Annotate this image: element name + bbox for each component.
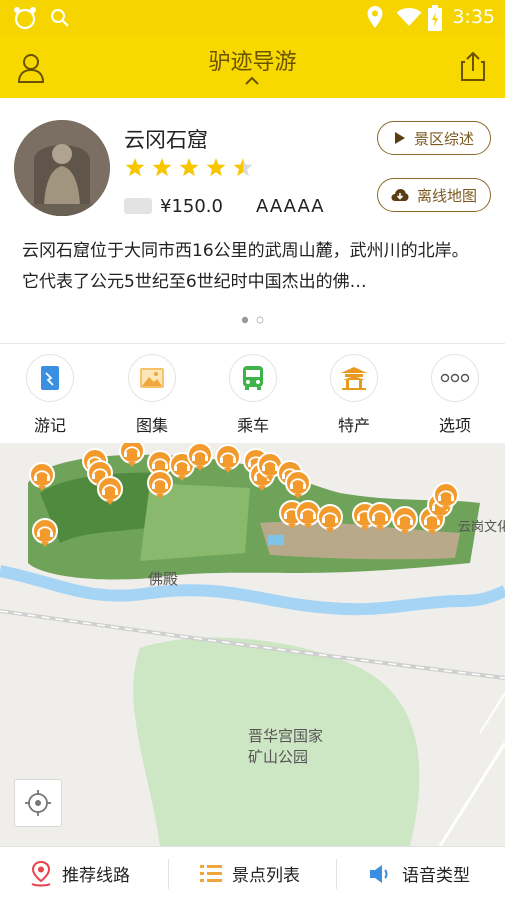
cloud-download-icon	[391, 189, 409, 201]
ticket-price: ¥150.0	[160, 196, 223, 217]
overview-button[interactable]: 景区综述	[377, 121, 491, 155]
crosshair-icon	[25, 790, 51, 816]
attraction-description: 云冈石窟位于大同市西16公里的武周山麓，武州川的北岸。它代表了公元5世纪至6世纪…	[22, 241, 469, 292]
more-icon	[440, 373, 470, 383]
quick-action-icon-wrap	[128, 354, 176, 402]
quick-actions: 游记 图集 乘车 特产 选项	[0, 344, 505, 444]
play-icon	[394, 132, 405, 144]
location-status-icon	[367, 6, 383, 28]
quick-action-label: 图集	[135, 416, 168, 435]
app-notification-icon	[14, 7, 36, 30]
status-time: 3:35	[452, 6, 495, 28]
attraction-info-card: 云冈石窟 ¥150.0 AAAAA 景区综述 离线地图 云冈石窟位于大同市西16…	[0, 98, 505, 343]
offline-map-button[interactable]: 离线地图	[377, 178, 491, 212]
quick-action-icon-wrap	[26, 354, 74, 402]
quick-action-label: 选项	[438, 416, 471, 435]
quick-action-icon-wrap	[330, 354, 378, 402]
battery-status-icon	[428, 5, 442, 31]
offline-map-button-label: 离线地图	[416, 186, 477, 205]
page-indicator	[241, 316, 264, 324]
quick-action-options[interactable]: 选项	[410, 354, 500, 436]
attraction-thumbnail[interactable]	[14, 120, 110, 216]
star-icon	[152, 158, 172, 177]
map-label-park-line2: 矿山公园	[248, 748, 309, 766]
picture-icon	[140, 368, 164, 388]
rating-stars	[125, 158, 253, 177]
star-icon	[233, 158, 253, 177]
wifi-status-icon	[396, 8, 422, 26]
bottom-label: 语音类型	[402, 866, 470, 886]
ticket-icon	[124, 198, 152, 214]
bottom-action-bar: 推荐线路 景点列表 语音类型	[0, 846, 505, 900]
search-status-icon	[51, 9, 69, 27]
pavilion-icon	[341, 367, 367, 390]
map-label-buddha-hall: 佛殿	[148, 570, 179, 588]
speaker-icon	[370, 864, 388, 883]
map-label-culture: 云岗文化	[458, 520, 505, 535]
attraction-list-button[interactable]: 景点列表	[200, 847, 300, 900]
star-icon	[125, 158, 145, 177]
recommended-routes-button[interactable]: 推荐线路	[30, 847, 130, 900]
star-icon	[179, 158, 199, 177]
quick-action-icon-wrap	[431, 354, 479, 402]
bottom-label: 推荐线路	[62, 866, 130, 886]
bottom-label: 景点列表	[232, 866, 300, 886]
attraction-name: 云冈石窟	[124, 128, 208, 152]
locate-me-button[interactable]	[14, 779, 62, 827]
app-header: 驴迹导游	[0, 36, 505, 98]
map-canvas[interactable]	[0, 443, 505, 846]
quick-action-specialty[interactable]: 特产	[309, 354, 399, 436]
list-icon	[200, 864, 222, 882]
star-icon	[206, 158, 226, 177]
quick-action-icon-wrap	[229, 354, 277, 402]
quick-action-transit[interactable]: 乘车	[208, 354, 298, 436]
share-button[interactable]	[459, 50, 487, 82]
voice-type-button[interactable]: 语音类型	[368, 847, 470, 900]
scenic-map[interactable]: 佛殿 云岗文化 晋华宫国家 矿山公园	[0, 443, 505, 846]
quick-action-label: 游记	[33, 416, 66, 435]
scenic-grade: AAAAA	[256, 196, 325, 217]
quick-action-label: 乘车	[236, 416, 269, 435]
map-label-park-line1: 晋华宫国家	[248, 727, 324, 745]
route-pin-icon	[31, 860, 51, 886]
share-icon	[461, 51, 485, 81]
overview-button-label: 景区综述	[413, 129, 474, 148]
quick-action-gallery[interactable]: 图集	[107, 354, 197, 436]
chevron-up-icon[interactable]	[244, 74, 260, 86]
road	[438, 742, 505, 846]
bus-icon	[243, 366, 263, 390]
quick-action-label: 特产	[337, 416, 370, 435]
status-bar: 3:35	[0, 0, 505, 36]
app-title: 驴迹导游	[208, 50, 297, 75]
quick-action-travelogue[interactable]: 游记	[5, 354, 95, 436]
book-icon	[41, 366, 59, 390]
